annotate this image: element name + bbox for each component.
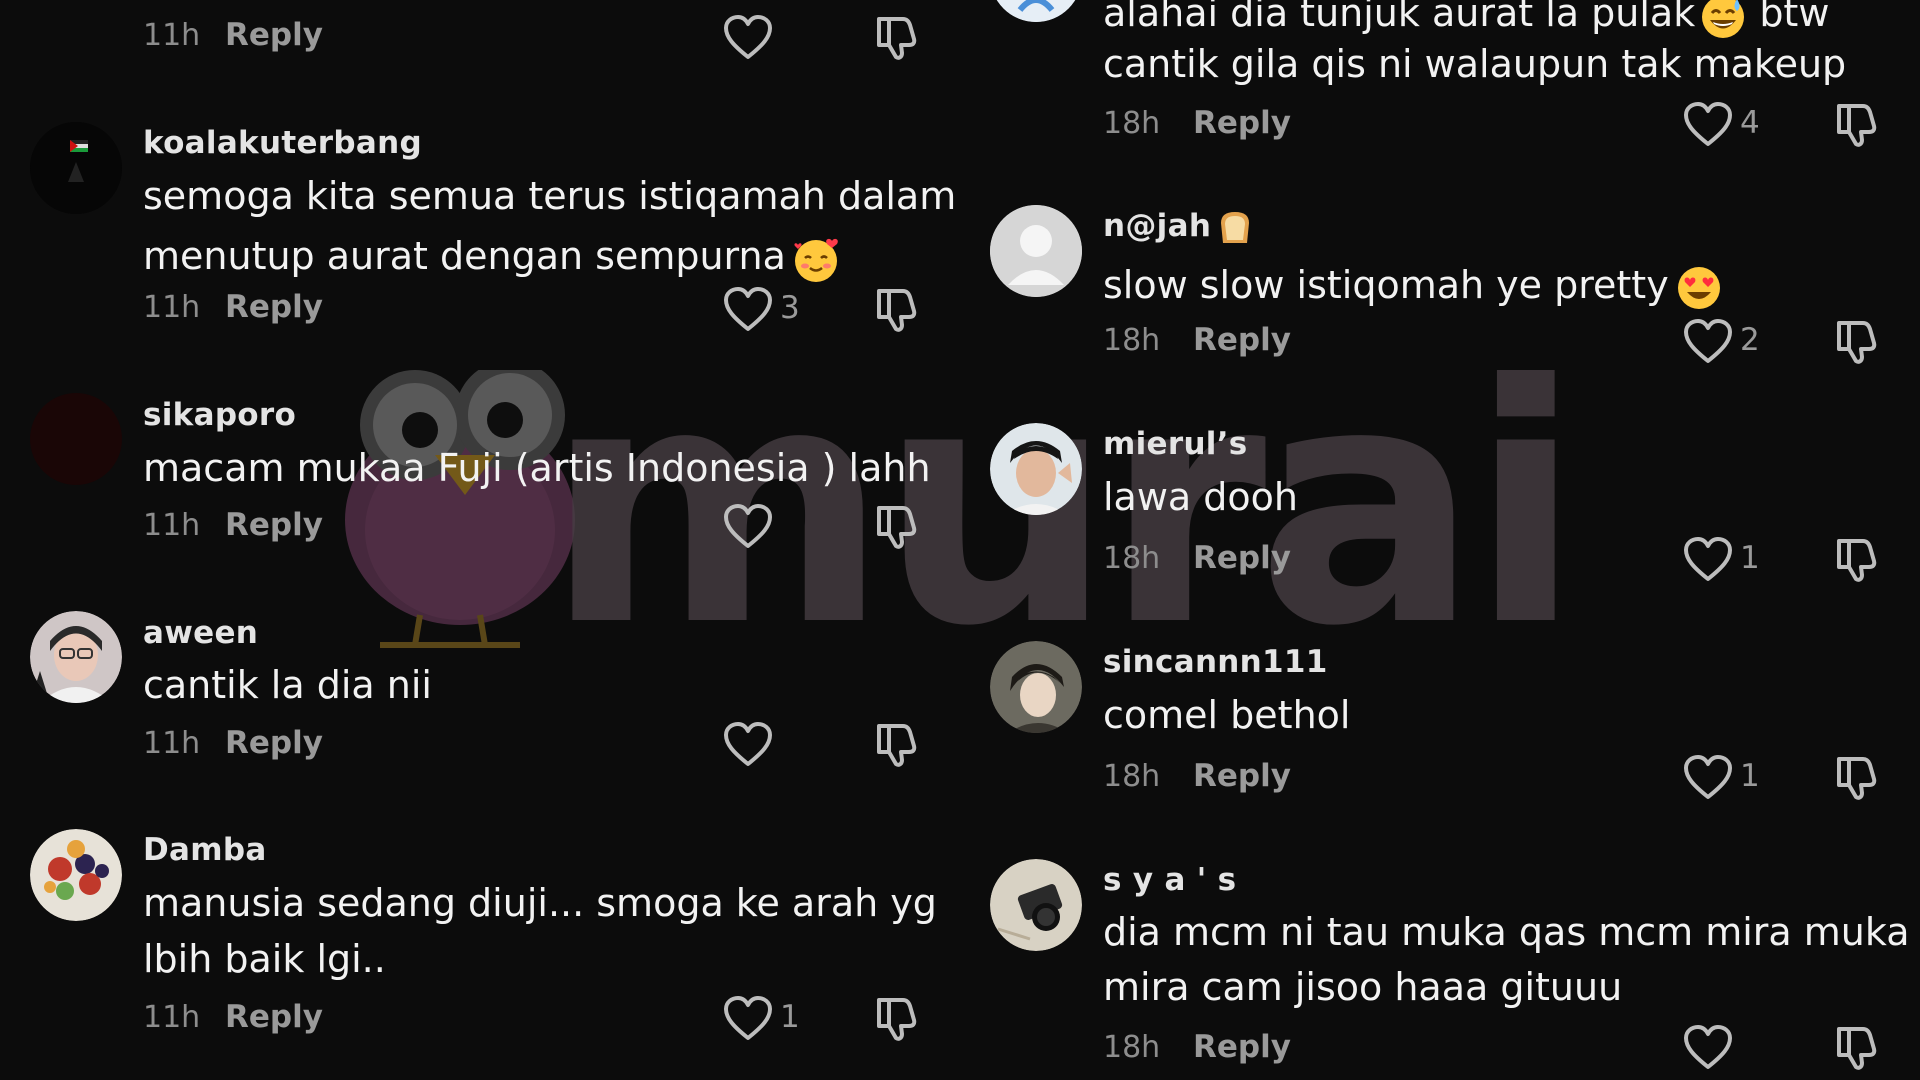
comments-left-column: 11h Reply koalakuterbang semoga kita sem… <box>0 0 960 1080</box>
comment-text: semoga kita semua terus istiqamah dalam … <box>143 168 956 284</box>
comment-text-line: slow slow istiqomah ye pretty <box>1103 257 1725 313</box>
reply-button[interactable]: Reply <box>225 17 323 53</box>
comment-text: manusia sedang diuji... smoga ke arah yg… <box>143 875 937 987</box>
comment-time: 18h <box>1103 1030 1161 1065</box>
avatar[interactable] <box>990 205 1082 297</box>
comment-text-line: lawa dooh <box>1103 475 1298 519</box>
comment-time: 18h <box>1103 759 1161 794</box>
comment-text-line: dia mcm ni tau muka qas mcm mira muka <box>1103 910 1910 954</box>
reply-button[interactable]: Reply <box>1193 1029 1291 1065</box>
heart-icon[interactable] <box>1683 537 1733 583</box>
comment-time: 11h <box>143 18 201 53</box>
heart-icon[interactable] <box>723 287 773 333</box>
reply-button[interactable]: Reply <box>1193 758 1291 794</box>
heart-icon[interactable] <box>723 996 773 1042</box>
comment-text: cantik la dia nii <box>143 657 432 713</box>
comment-text-segment: menutup aurat dengan sempurna <box>143 234 786 278</box>
comment-text-line: alahai dia tunjuk aurat la pulak btw <box>1103 0 1846 39</box>
reply-button[interactable]: Reply <box>225 507 323 543</box>
heart-icon[interactable] <box>1683 102 1733 148</box>
comment-time: 11h <box>143 508 201 543</box>
reply-button[interactable]: Reply <box>225 289 323 325</box>
thumbs-down-icon[interactable] <box>1833 535 1881 583</box>
avatar[interactable] <box>30 122 122 214</box>
heart-icon[interactable] <box>723 504 773 550</box>
comment-text: comel bethol <box>1103 687 1350 743</box>
comment-text-line: menutup aurat dengan sempurna <box>143 228 956 284</box>
comment-username[interactable]: s y a ' s <box>1103 862 1236 898</box>
comment-username-text: n@jah <box>1103 208 1212 244</box>
comment-text: macam mukaa Fuji (artis Indonesia ) lahh <box>143 440 931 496</box>
bread-emoji <box>1221 211 1250 243</box>
reply-button[interactable]: Reply <box>1193 540 1291 576</box>
comment-time: 11h <box>143 290 201 325</box>
comment-time: 18h <box>1103 541 1161 576</box>
comment-time: 11h <box>143 726 201 761</box>
thumbs-down-icon[interactable] <box>873 502 921 550</box>
like-count: 1 <box>1740 540 1760 576</box>
comment-username[interactable]: sincannn111 <box>1103 644 1328 680</box>
heart-icon[interactable] <box>723 15 773 61</box>
reply-button[interactable]: Reply <box>225 725 323 761</box>
smiling-face-with-hearts-emoji <box>794 238 838 282</box>
like-count: 2 <box>1740 322 1760 358</box>
thumbs-down-icon[interactable] <box>1833 100 1881 148</box>
reply-button[interactable]: Reply <box>1193 322 1291 358</box>
heart-icon[interactable] <box>1683 1025 1733 1071</box>
thumbs-down-icon[interactable] <box>873 285 921 333</box>
thumbs-down-icon[interactable] <box>873 994 921 1042</box>
heart-icon[interactable] <box>1683 755 1733 801</box>
avatar[interactable] <box>30 611 122 703</box>
comment-text-segment: alahai dia tunjuk aurat la pulak <box>1103 0 1696 35</box>
like-count: 1 <box>780 999 800 1035</box>
comment-username[interactable]: sikaporo <box>143 397 296 433</box>
comment-text-segment: slow slow istiqomah ye pretty <box>1103 263 1669 307</box>
heart-icon[interactable] <box>723 722 773 768</box>
avatar[interactable] <box>990 859 1082 951</box>
thumbs-down-icon[interactable] <box>1833 317 1881 365</box>
comment-username[interactable]: koalakuterbang <box>143 125 422 161</box>
comment-text-line: manusia sedang diuji... smoga ke arah yg <box>143 881 937 925</box>
avatar[interactable] <box>990 0 1082 22</box>
comment-text: alahai dia tunjuk aurat la pulak btw can… <box>1103 0 1846 89</box>
comment-text: lawa dooh <box>1103 469 1298 525</box>
thumbs-down-icon[interactable] <box>1833 753 1881 801</box>
reply-button[interactable]: Reply <box>225 999 323 1035</box>
like-count: 1 <box>1740 758 1760 794</box>
like-count: 3 <box>780 290 800 326</box>
comments-right-column: alahai dia tunjuk aurat la pulak btw can… <box>960 0 1920 1080</box>
comment-text-line: semoga kita semua terus istiqamah dalam <box>143 174 957 218</box>
heart-icon[interactable] <box>1683 319 1733 365</box>
thumbs-down-icon[interactable] <box>873 13 921 61</box>
heart-eyes-emoji <box>1677 266 1720 309</box>
comment-username[interactable]: aween <box>143 615 258 651</box>
thumbs-down-icon[interactable] <box>1833 1023 1881 1071</box>
grinning-sweat-emoji <box>1702 0 1745 38</box>
like-count: 4 <box>1740 105 1760 141</box>
comment-text-line: macam mukaa Fuji (artis Indonesia ) lahh <box>143 446 931 490</box>
comment-text-line: comel bethol <box>1103 693 1351 737</box>
comment-text-line: mira cam jisoo haaa gituuu <box>1103 965 1623 1009</box>
comment-text-line: cantik gila qis ni walaupun tak makeup <box>1103 41 1847 86</box>
comment-time: 18h <box>1103 323 1161 358</box>
comment-time: 18h <box>1103 106 1161 141</box>
comment-text: dia mcm ni tau muka qas mcm mira muka mi… <box>1103 905 1910 1015</box>
avatar[interactable] <box>990 423 1082 515</box>
comment-username[interactable]: n@jah <box>1103 208 1255 247</box>
comment-time: 11h <box>143 1000 201 1035</box>
avatar[interactable] <box>30 393 122 485</box>
comment-text: slow slow istiqomah ye pretty <box>1103 257 1725 313</box>
comment-username[interactable]: mierul’s <box>1103 426 1248 462</box>
thumbs-down-icon[interactable] <box>873 720 921 768</box>
comment-text-segment: btw <box>1759 0 1830 35</box>
comment-username[interactable]: Damba <box>143 832 267 868</box>
avatar[interactable] <box>30 829 122 921</box>
avatar[interactable] <box>990 641 1082 733</box>
comment-text-line: lbih baik lgi.. <box>143 937 386 981</box>
comment-text-line: cantik la dia nii <box>143 663 432 707</box>
reply-button[interactable]: Reply <box>1193 105 1291 141</box>
